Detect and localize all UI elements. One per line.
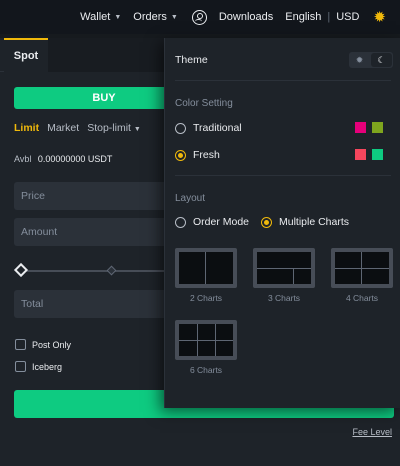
orders-label: Orders	[133, 11, 167, 23]
layout-split-line	[215, 324, 216, 356]
layout-preview	[179, 324, 233, 356]
iceberg-label: Iceberg	[32, 361, 63, 372]
layout-split-line	[335, 268, 389, 269]
color-setting-title: Color Setting	[175, 98, 233, 109]
theme-toggle[interactable]: ✹ ☾	[349, 52, 393, 68]
price-input[interactable]: Price	[14, 182, 174, 210]
dark-theme-moon-icon[interactable]: ☾	[371, 53, 392, 67]
post-only-checkbox[interactable]: Post Only	[15, 339, 71, 350]
available-balance: Avbl 0.00000000 USDT	[14, 154, 112, 164]
currency-label: USD	[336, 11, 360, 23]
settings-dropdown: Theme ✹ ☾ Color Setting Traditional Fres…	[164, 38, 400, 408]
traditional-buy-swatch	[372, 122, 383, 133]
multiple-charts-label: Multiple Charts	[279, 216, 350, 228]
radio-multiple-charts[interactable]	[261, 216, 272, 228]
checkbox-box[interactable]	[15, 339, 26, 350]
settings-sun-icon[interactable]: ✹	[373, 10, 386, 25]
fresh-sell-swatch	[355, 149, 366, 160]
order-mode-label: Order Mode	[193, 216, 250, 228]
amount-input[interactable]: Amount	[14, 218, 174, 246]
layout-order-mode[interactable]: Order Mode	[175, 216, 249, 228]
price-placeholder: Price	[21, 190, 45, 202]
order-type-market[interactable]: Market	[47, 122, 79, 134]
wallet-label: Wallet	[80, 11, 111, 23]
total-input[interactable]: Total	[14, 290, 174, 318]
layout-split-line	[257, 268, 311, 269]
traditional-label: Traditional	[193, 122, 242, 134]
layout-label-6-charts: 6 Charts	[189, 365, 223, 375]
divider	[175, 175, 391, 176]
radio-order-mode[interactable]	[175, 216, 186, 228]
top-navigation: Wallet ▼ Orders ▼ Downloads English | US…	[0, 0, 400, 34]
language-label: English	[285, 11, 322, 23]
nav-separator: |	[327, 11, 331, 23]
theme-title: Theme	[175, 54, 208, 66]
layout-split-line	[179, 340, 233, 341]
downloads-label: Downloads	[218, 11, 274, 23]
divider	[175, 80, 391, 81]
fresh-buy-swatch	[372, 149, 383, 160]
light-theme-sun-icon[interactable]: ✹	[349, 52, 370, 68]
layout-card-6-charts[interactable]	[175, 320, 237, 360]
post-only-label: Post Only	[32, 339, 72, 350]
layout-title: Layout	[175, 193, 206, 204]
wallet-menu[interactable]: Wallet ▼	[80, 11, 121, 23]
layout-preview	[335, 252, 389, 284]
radio-fresh[interactable]	[175, 149, 186, 161]
layout-label-4-charts: 4 Charts	[345, 293, 379, 303]
layout-preview	[179, 252, 233, 284]
order-type-stop-limit[interactable]: Stop-limit ▼	[87, 122, 141, 134]
color-option-fresh[interactable]: Fresh	[175, 149, 220, 161]
caret-down-icon: ▼	[133, 126, 141, 133]
slider-step-marker[interactable]	[106, 265, 117, 276]
iceberg-checkbox[interactable]: Iceberg	[15, 361, 62, 372]
traditional-sell-swatch	[355, 122, 366, 133]
color-option-traditional[interactable]: Traditional	[175, 122, 242, 134]
layout-card-4-charts[interactable]	[331, 248, 393, 288]
radio-traditional[interactable]	[175, 122, 186, 134]
layout-label-3-charts: 3 Charts	[267, 293, 301, 303]
layout-split-line	[293, 268, 294, 284]
layout-split-line	[205, 252, 206, 284]
language-selector[interactable]: English	[285, 11, 321, 23]
total-placeholder: Total	[21, 298, 44, 310]
layout-label-2-charts: 2 Charts	[189, 293, 223, 303]
avbl-value: 0.00000000 USDT	[37, 154, 113, 164]
stop-limit-label: Stop-limit	[87, 122, 131, 134]
caret-down-icon: ▼	[114, 13, 122, 21]
layout-split-line	[361, 252, 362, 284]
order-type-tabs: Limit Market Stop-limit ▼	[14, 122, 141, 134]
avbl-label: Avbl	[14, 154, 32, 164]
fee-level-link[interactable]: Fee Level	[352, 427, 392, 437]
slider-handle[interactable]	[13, 262, 29, 278]
fresh-label: Fresh	[193, 149, 220, 161]
checkbox-box[interactable]	[15, 361, 26, 372]
user-profile-icon[interactable]	[191, 9, 207, 25]
layout-card-2-charts[interactable]	[175, 248, 237, 288]
layout-preview	[257, 252, 311, 284]
downloads-link[interactable]: Downloads	[219, 11, 273, 23]
amount-slider[interactable]	[13, 262, 172, 278]
currency-selector[interactable]: USD	[336, 11, 359, 23]
layout-multiple-charts[interactable]: Multiple Charts	[261, 216, 349, 228]
amount-placeholder: Amount	[21, 226, 58, 238]
layout-split-line	[197, 324, 198, 356]
order-type-limit[interactable]: Limit	[14, 122, 39, 134]
tab-spot[interactable]: Spot	[4, 38, 48, 72]
layout-card-3-charts[interactable]	[253, 248, 315, 288]
orders-menu[interactable]: Orders ▼	[133, 11, 178, 23]
slider-track	[22, 270, 172, 272]
caret-down-icon: ▼	[170, 13, 178, 21]
